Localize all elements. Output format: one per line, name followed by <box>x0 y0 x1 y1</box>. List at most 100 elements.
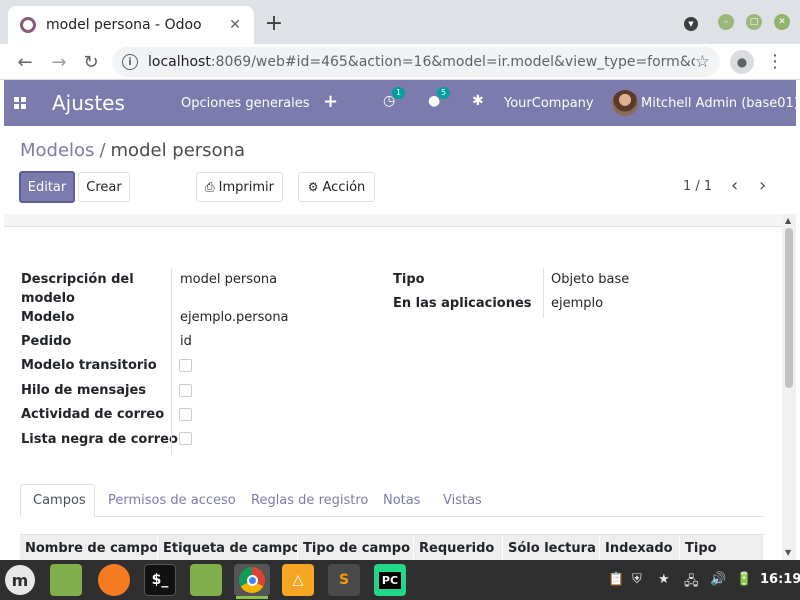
activities-icon[interactable]: ◷ 1 <box>383 87 406 109</box>
chrome-logo-icon <box>239 567 265 593</box>
value-in-apps: ejemplo <box>551 296 604 311</box>
messages-badge: 5 <box>437 87 451 99</box>
debug-bug-icon[interactable]: ✱ <box>472 93 484 109</box>
tab-views[interactable]: Vistas <box>431 484 494 517</box>
reload-icon[interactable]: ↻ <box>78 49 104 75</box>
checkbox-mail-blacklist[interactable] <box>179 432 192 445</box>
odoo-favicon-icon <box>20 17 36 33</box>
clock[interactable]: 16:19 <box>760 572 800 587</box>
action-button[interactable]: ⚙ Acción <box>298 172 375 202</box>
profile-icon[interactable]: ● <box>730 50 754 74</box>
tab-fields[interactable]: Campos <box>20 484 95 517</box>
scroll-thumb[interactable] <box>785 228 793 388</box>
volume-tray-icon[interactable]: 🔊 <box>710 572 726 587</box>
label-order: Pedido <box>21 334 72 349</box>
breadcrumb: Modelos / model persona <box>20 140 245 161</box>
pycharm-icon[interactable]: PC <box>374 564 406 596</box>
column-field-name[interactable]: Nombre de campo <box>20 535 158 560</box>
fields-table-header: Nombre de campo Etiqueta de campo Tipo d… <box>20 534 764 560</box>
scroll-up-icon[interactable]: ▲ <box>785 216 791 225</box>
user-avatar[interactable] <box>612 90 638 116</box>
browser-toolbar: ← → ↻ i localhost:8069/web#id=465&action… <box>0 44 800 80</box>
url-text[interactable]: localhost:8069/web#id=465&action=16&mode… <box>148 54 695 70</box>
company-switcher[interactable]: YourCompany <box>504 96 594 111</box>
battery-tray-icon[interactable]: 🔋 <box>736 572 752 587</box>
star-tray-icon[interactable]: ★ <box>658 572 670 587</box>
app-name[interactable]: Ajustes <box>52 91 125 115</box>
value-order: id <box>180 334 192 349</box>
activities-badge: 1 <box>392 87 406 99</box>
minimize-button[interactable]: – <box>718 14 734 30</box>
tab-record-rules[interactable]: Reglas de registro <box>239 484 380 517</box>
pager-next-icon[interactable]: › <box>759 175 766 196</box>
folder-icon[interactable] <box>190 564 222 596</box>
forward-arrow-icon[interactable]: → <box>46 49 72 75</box>
column-readonly[interactable]: Sólo lectura <box>503 535 600 560</box>
label-transient: Modelo transitorio <box>21 358 157 373</box>
user-menu[interactable]: Mitchell Admin (base01) <box>641 96 799 111</box>
left-group-divider <box>171 268 172 454</box>
checkbox-transient[interactable] <box>179 359 192 372</box>
label-type: Tipo <box>393 272 425 287</box>
column-field-type[interactable]: Tipo de campo <box>298 535 414 560</box>
firefox-icon[interactable] <box>98 564 130 596</box>
column-indexed[interactable]: Indexado <box>600 535 680 560</box>
url-path: :8069/web#id=465&action=16&model=ir.mode… <box>210 54 695 70</box>
chrome-running-indicator <box>236 596 268 599</box>
bookmark-star-icon[interactable]: ☆ <box>695 52 710 72</box>
tab-notes[interactable]: Notas <box>371 484 433 517</box>
chrome-icon[interactable] <box>234 564 270 596</box>
maximize-button[interactable]: □ <box>746 14 762 30</box>
create-button[interactable]: Crear <box>78 172 130 202</box>
pycharm-label: PC <box>378 571 402 589</box>
pager-value[interactable]: 1 / 1 <box>683 179 712 194</box>
menu-more-icon[interactable]: + <box>323 91 338 112</box>
value-type: Objeto base <box>551 272 630 287</box>
pager-previous-icon[interactable]: ‹ <box>731 175 738 196</box>
breadcrumb-parent[interactable]: Modelos <box>20 140 94 161</box>
checkbox-mail-activity[interactable] <box>179 408 192 421</box>
label-mail-activity: Actividad de correo <box>21 407 165 422</box>
tab-close-icon[interactable]: ✕ <box>226 16 244 34</box>
printer-icon: ⎙ <box>205 179 215 194</box>
close-window-button[interactable]: ✕ <box>774 14 790 30</box>
page-scrollbar[interactable]: ▲ ▼ <box>782 214 796 560</box>
sublime-text-icon[interactable]: S <box>328 564 360 596</box>
label-mail-thread: Hilo de mensajes <box>21 383 147 398</box>
label-in-apps: En las aplicaciones <box>393 296 532 311</box>
column-type[interactable]: Tipo <box>680 535 764 560</box>
browser-menu-icon[interactable]: ⋮ <box>766 50 784 74</box>
address-bar[interactable]: i localhost:8069/web#id=465&action=16&mo… <box>112 47 720 77</box>
right-group-divider <box>543 268 544 318</box>
scroll-down-icon[interactable]: ▼ <box>785 548 791 557</box>
form-tabs: Campos Permisos de acceso Reglas de regi… <box>20 484 764 517</box>
tab-access-rights[interactable]: Permisos de acceso <box>96 484 248 517</box>
gear-icon: ⚙ <box>307 180 319 194</box>
odoo-navbar: Ajustes Opciones generales + ◷ 1 ● 5 ✱ You… <box>4 80 799 126</box>
terminal-icon[interactable]: $_ <box>144 564 176 596</box>
mint-menu-icon[interactable]: m <box>4 564 36 596</box>
label-description: Descripción del modelo <box>21 272 134 306</box>
site-info-icon[interactable]: i <box>122 54 138 70</box>
tab-search-icon[interactable]: ▼ <box>684 17 698 31</box>
network-tray-icon[interactable]: 🖧 <box>684 572 699 594</box>
messages-icon[interactable]: ● 5 <box>428 87 451 109</box>
breadcrumb-current: model persona <box>110 140 246 161</box>
clipboard-tray-icon[interactable]: 📋 <box>608 572 624 587</box>
shield-tray-icon[interactable]: ⛨ <box>632 572 642 587</box>
checkbox-mail-thread[interactable] <box>179 384 192 397</box>
apps-menu-icon[interactable] <box>14 97 26 109</box>
back-arrow-icon[interactable]: ← <box>12 49 38 75</box>
column-field-label[interactable]: Etiqueta de campo <box>158 535 298 560</box>
os-taskbar: m $_ △ S PC 📋 ⛨ ★ 🖧 🔊 🔋 16:19 <box>0 560 800 600</box>
action-label: Acción <box>322 179 366 195</box>
edit-button[interactable]: Editar <box>19 171 75 203</box>
print-label: Imprimir <box>218 179 274 195</box>
new-tab-button[interactable]: + <box>262 13 286 37</box>
browser-tab[interactable]: model persona - Odoo ✕ <box>8 6 254 44</box>
print-button[interactable]: ⎙ Imprimir <box>196 172 283 202</box>
column-required[interactable]: Requerido <box>414 535 503 560</box>
files-app-icon[interactable] <box>50 564 82 596</box>
menu-general-settings[interactable]: Opciones generales <box>181 96 310 111</box>
inkscape-icon[interactable]: △ <box>282 564 314 596</box>
